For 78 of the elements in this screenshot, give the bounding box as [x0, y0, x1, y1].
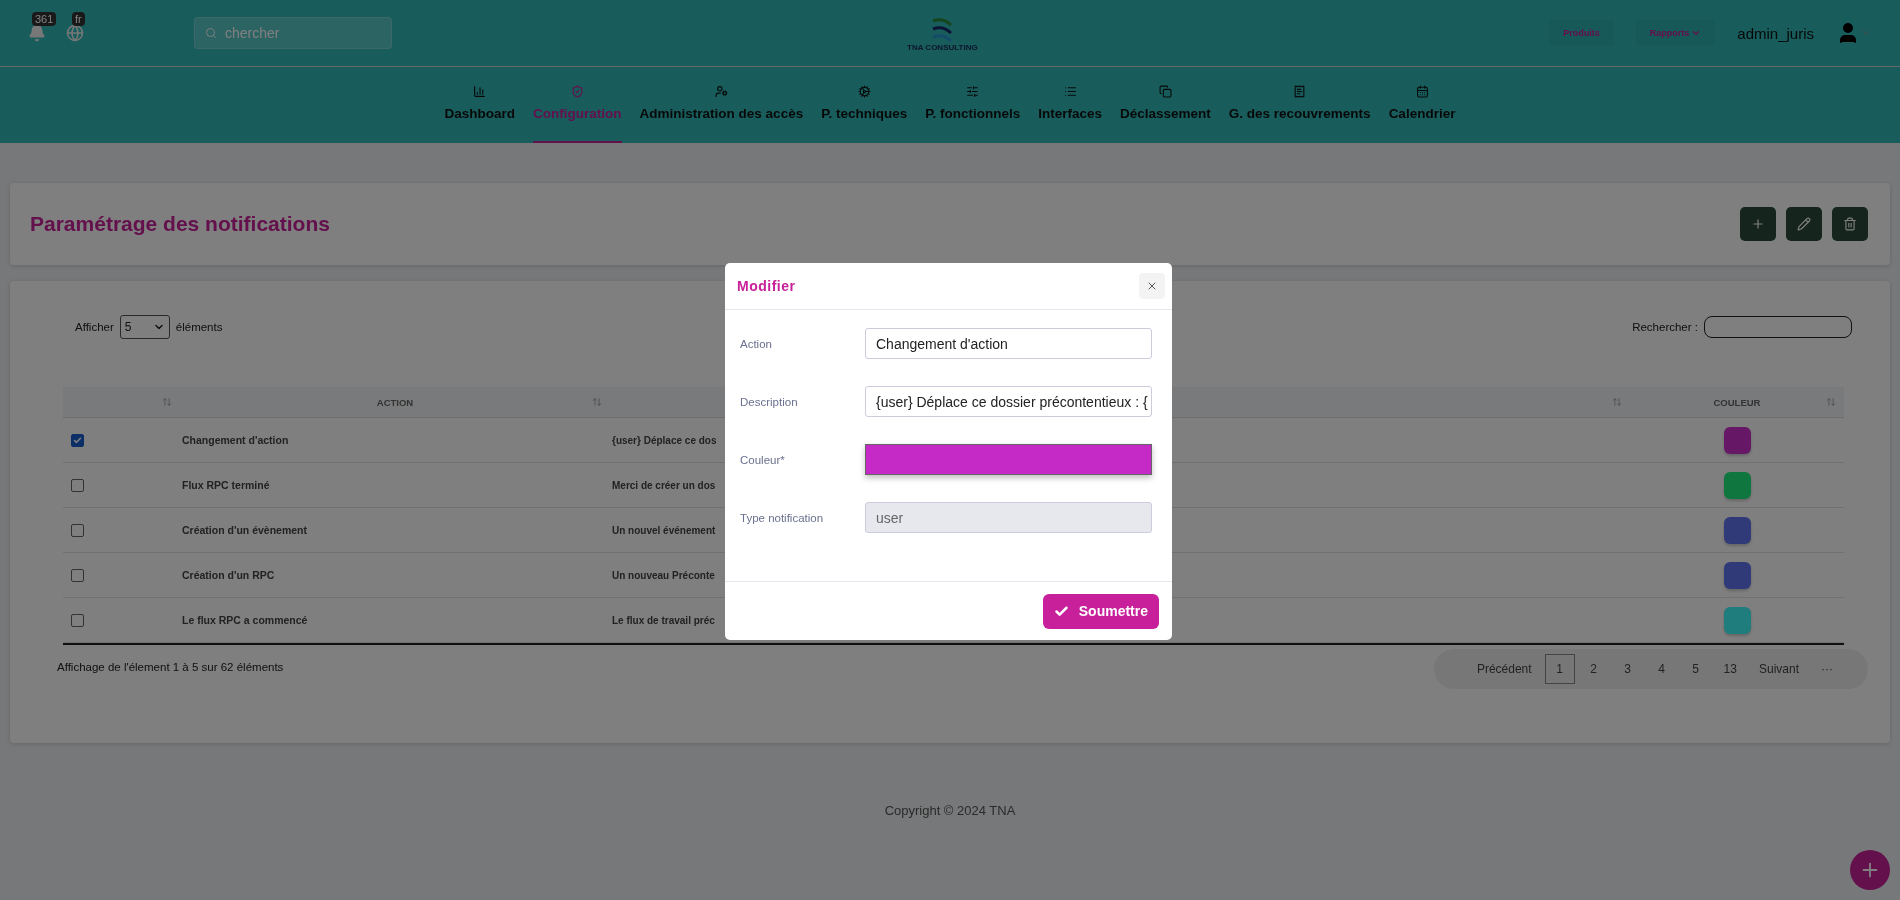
copy-icon	[1158, 85, 1172, 98]
submit-button[interactable]: Soumettre	[1042, 593, 1159, 629]
nav-tab[interactable]: Interfaces	[1038, 67, 1102, 143]
input-field[interactable]: Changement d'action	[865, 328, 1152, 359]
add-button[interactable]	[1850, 850, 1890, 890]
field-label: Couleur*	[740, 453, 786, 466]
trash-icon	[1843, 217, 1857, 231]
plus-icon	[1751, 217, 1765, 231]
table-cell: Création d'un RPC	[180, 553, 610, 598]
user-gear-icon	[714, 85, 728, 98]
logo-text: TNA CONSULTING	[907, 42, 978, 52]
table-search-field[interactable]	[1704, 316, 1852, 338]
gear-icon	[857, 85, 871, 98]
search-icon	[205, 27, 217, 39]
page-button[interactable]: ···	[1812, 654, 1842, 684]
pencil-icon	[1797, 217, 1811, 231]
list-icon	[1063, 85, 1077, 98]
language-badge: fr	[72, 12, 85, 26]
column-header[interactable]: COULEUR	[1630, 387, 1844, 418]
nav-tab[interactable]: P. fonctionnels	[925, 67, 1021, 143]
sliders-icon	[966, 85, 980, 98]
sort-icon	[592, 397, 602, 407]
table-cell: Changement d'action	[180, 418, 610, 463]
receipt-icon	[1293, 85, 1307, 98]
page-button[interactable]: Suivant	[1749, 654, 1808, 684]
entries-label: éléments	[175, 321, 223, 333]
nav-tab[interactable]: Dashboard	[444, 67, 516, 143]
field-label: Type notification	[740, 511, 825, 524]
field-label: Action	[740, 337, 773, 350]
nav-tab[interactable]: G. des recouvrements	[1228, 67, 1371, 143]
calendar-icon	[1415, 85, 1429, 98]
sort-icon	[1612, 397, 1622, 407]
page-title: Paramétrage des notifications	[30, 212, 330, 236]
column-header[interactable]: ACTION	[180, 387, 610, 418]
page-button[interactable]: 2	[1578, 654, 1609, 684]
nav-tab[interactable]: Administration des accès	[639, 67, 804, 143]
add-button[interactable]	[1740, 207, 1776, 241]
table-cell: Le flux RPC a commencé	[180, 598, 610, 643]
sort-icon	[1826, 397, 1836, 407]
dialog-title: Modifier	[737, 278, 796, 294]
page-button[interactable]: 3	[1612, 654, 1643, 684]
color-field[interactable]	[865, 444, 1152, 475]
page-button[interactable]: 5	[1680, 654, 1711, 684]
chevron-icon	[1691, 28, 1702, 38]
sort-icon	[162, 397, 172, 407]
nav-tab[interactable]: Configuration	[533, 67, 622, 143]
field-label: Description	[740, 395, 799, 408]
table-cell: Création d'un évènement	[180, 508, 610, 553]
nav-tab[interactable]: P. techniques	[821, 67, 908, 143]
shield-icon	[570, 85, 584, 98]
page-button[interactable]: 1	[1544, 654, 1575, 684]
row-checkbox[interactable]	[71, 523, 84, 537]
search-label: Rechercher :	[1632, 321, 1698, 333]
globe-icon[interactable]	[66, 24, 84, 42]
delete-button[interactable]	[1832, 207, 1868, 241]
edit-button[interactable]	[1786, 207, 1822, 241]
row-checkbox[interactable]	[71, 568, 84, 582]
row-checkbox[interactable]	[71, 478, 84, 492]
table-cell: Flux RPC terminé	[180, 463, 610, 508]
notification-count: 361	[32, 12, 57, 26]
user-name[interactable]: admin_juris	[1737, 24, 1814, 42]
page-button[interactable]: 4	[1646, 654, 1677, 684]
nav-tab[interactable]: Déclassement	[1120, 67, 1211, 143]
row-checkbox[interactable]	[71, 613, 84, 627]
page-size-select[interactable]: 5	[119, 315, 170, 339]
check-icon	[1053, 603, 1069, 619]
table-info: Affichage de l'élement 1 à 5 sur 62 éléments	[57, 661, 284, 673]
close-icon	[1146, 280, 1158, 292]
bar-chart-icon	[473, 85, 487, 98]
row-checkbox[interactable]	[71, 433, 84, 447]
page-button[interactable]: Précédent	[1467, 654, 1541, 684]
search-placeholder: chercher	[225, 25, 280, 41]
bell-icon[interactable]	[28, 24, 46, 42]
page-button[interactable]: 13	[1714, 654, 1746, 684]
show-label: Afficher	[75, 321, 114, 333]
input-field[interactable]: {user} Déplace ce dossier précontentieux : {	[865, 386, 1152, 417]
nav-tab[interactable]: Calendrier	[1388, 67, 1456, 143]
copyright: Copyright © 2024 TNA	[883, 803, 1017, 818]
